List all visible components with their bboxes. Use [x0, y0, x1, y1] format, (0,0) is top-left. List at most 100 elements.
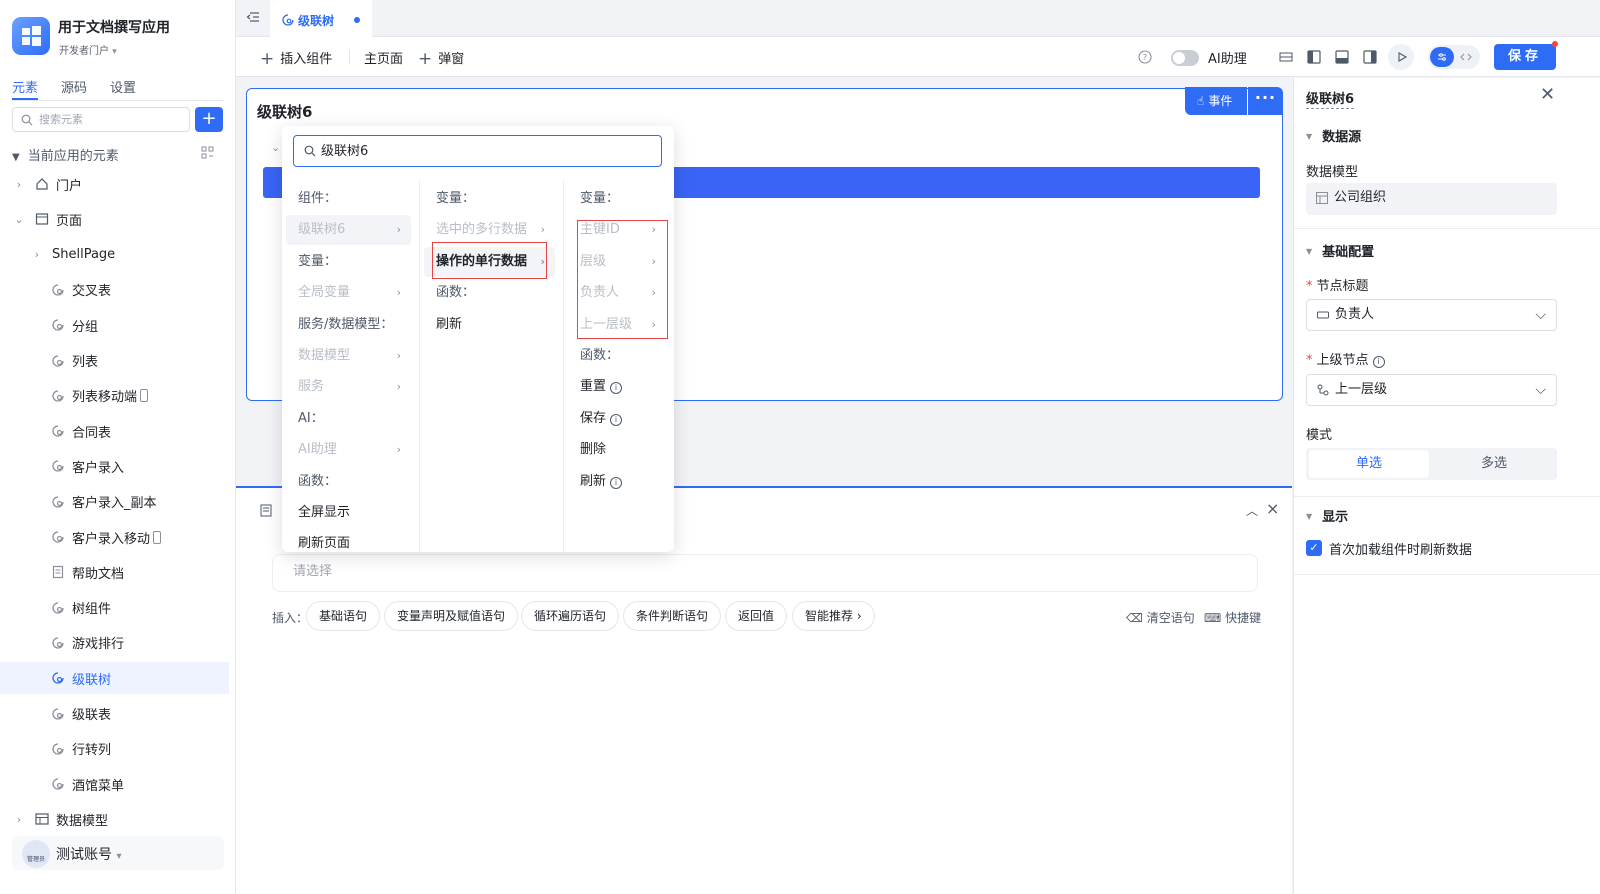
logic-select-field[interactable] — [272, 554, 1258, 592]
chip-variable-declaration[interactable]: 变量声明及赋值语句 — [384, 601, 519, 631]
ai-assistant-toggle[interactable] — [1171, 50, 1199, 66]
close-icon[interactable]: × — [1266, 499, 1279, 518]
insert-component-button[interactable]: + 插入组件 — [260, 48, 332, 69]
tree-item[interactable]: 客户录入移动 — [0, 521, 229, 553]
tree-item[interactable]: 客户录入_副本 — [0, 486, 229, 518]
tree-item[interactable]: › 数据模型 — [0, 803, 229, 835]
variable-search-input[interactable] — [321, 142, 641, 157]
tab-cascade-tree[interactable]: 级联树 — [270, 0, 372, 37]
picker-option[interactable]: 刷新页面 — [286, 529, 411, 552]
chip-loop[interactable]: 循环遍历语句 — [521, 601, 620, 631]
event-button[interactable]: ☝ 事件 — [1185, 87, 1247, 115]
tree-item[interactable]: 酒馆菜单 — [0, 768, 229, 800]
element-search[interactable] — [12, 107, 190, 132]
visual-mode-option[interactable] — [1430, 47, 1454, 67]
chip-condition[interactable]: 条件判断语句 — [623, 601, 722, 631]
bottom-panel-icon[interactable] — [1334, 49, 1350, 65]
picker-option[interactable]: 保存 i — [568, 404, 666, 434]
info-icon[interactable]: i — [610, 413, 623, 426]
locate-icon[interactable] — [201, 146, 214, 159]
picker-option-label: 函数： — [580, 348, 620, 363]
node-title-select[interactable]: 负责人 ⌵ — [1306, 299, 1557, 331]
search-icon — [21, 114, 33, 126]
chevron-right-icon[interactable]: › — [12, 813, 26, 826]
picker-option[interactable]: 数据模型 › — [286, 341, 411, 371]
chevron-up-icon[interactable]: ︿ — [1246, 502, 1258, 519]
collapse-sidebar-icon[interactable] — [246, 10, 260, 24]
picker-option[interactable]: 选中的多行数据 › — [424, 215, 555, 245]
chevron-down-icon[interactable]: ⌄ — [12, 213, 26, 226]
chip-return[interactable]: 返回值 — [725, 601, 788, 631]
logic-select-input[interactable] — [293, 564, 1193, 579]
section-display[interactable]: ▼ 显示 — [1306, 506, 1348, 525]
component-name[interactable]: 级联树6 — [1306, 88, 1355, 109]
tree-item[interactable]: 客户录入 — [0, 450, 229, 482]
preview-button[interactable] — [1388, 44, 1414, 70]
tree-item[interactable]: ⌄ 页面 — [0, 203, 229, 235]
help-icon[interactable]: ? — [1137, 49, 1153, 65]
view-mode-switch[interactable] — [1428, 45, 1480, 69]
portal-switcher[interactable]: 开发者门户 ▾ — [59, 42, 117, 57]
tree-item[interactable]: 级联树 — [0, 662, 229, 695]
data-model-field[interactable]: 公司组织 — [1306, 183, 1557, 215]
section-basic-config[interactable]: ▼ 基础配置 — [1306, 241, 1374, 260]
picker-option[interactable]: 重置 i — [568, 372, 666, 402]
close-icon[interactable]: ✕ — [1540, 84, 1555, 105]
chevron-down-icon[interactable]: ⌄ — [271, 141, 280, 154]
chevron-right-icon: › — [396, 349, 401, 362]
property-panel: 级联树6 ✕ ▼ 数据源 数据模型 公司组织 ▼ 基础配置 * 节点标题 负责人 ⌵ … — [1293, 78, 1600, 894]
main-page-button[interactable]: 主页面 — [364, 48, 403, 67]
add-element-button[interactable]: + — [195, 107, 223, 132]
tree-item[interactable]: 分组 — [0, 309, 229, 341]
picker-option[interactable]: 服务 › — [286, 372, 411, 402]
search-input[interactable] — [39, 111, 185, 128]
tree-item-label: 页面 — [56, 213, 83, 229]
parent-node-select[interactable]: 上一层级 ⌵ — [1306, 374, 1557, 406]
tree-item[interactable]: 列表移动端 — [0, 380, 229, 412]
picker-option[interactable]: 刷新 i — [568, 467, 666, 497]
picker-option[interactable]: 全局变量 › — [286, 278, 411, 308]
refresh-on-load-checkbox[interactable]: ✓ — [1306, 540, 1322, 556]
picker-option[interactable]: 全屏显示 — [286, 498, 411, 528]
picker-option[interactable]: AI助理 › — [286, 435, 411, 465]
tree-item[interactable]: 交叉表 — [0, 274, 229, 306]
popup-button[interactable]: + 弹窗 — [418, 48, 464, 69]
picker-option[interactable]: 级联树6 › — [286, 215, 411, 246]
layout-toggle-icon[interactable] — [1278, 49, 1294, 65]
info-icon[interactable]: i — [1372, 356, 1385, 368]
tab-settings[interactable]: 设置 — [110, 77, 136, 96]
tree-item[interactable]: 帮助文档 — [0, 556, 229, 588]
info-icon[interactable]: i — [610, 382, 623, 395]
tab-elements[interactable]: 元素 — [12, 77, 38, 96]
left-panel-icon[interactable] — [1306, 49, 1322, 65]
account-menu[interactable]: 管理员 测试账号 ▾ — [12, 836, 224, 870]
current-elements-header[interactable]: ▼ 当前应用的元素 — [12, 145, 119, 164]
tree-item[interactable]: › ShellPage — [0, 239, 229, 271]
picker-option[interactable]: 删除 — [568, 435, 666, 465]
chevron-right-icon[interactable]: › — [12, 178, 26, 191]
variable-search-field[interactable] — [293, 135, 662, 167]
right-panel-icon[interactable] — [1362, 49, 1378, 65]
chevron-right-icon[interactable]: › — [30, 248, 44, 261]
mode-single-option[interactable]: 单选 — [1309, 450, 1429, 478]
picker-option-label: 函数： — [436, 285, 476, 301]
clear-statements-button[interactable]: ⌫ 清空语句 — [1126, 609, 1195, 626]
tree-item[interactable]: 合同表 — [0, 415, 229, 447]
tree-item[interactable]: 列表 — [0, 345, 229, 377]
chip-smart-recommend[interactable]: 智能推荐 › — [792, 601, 875, 631]
mode-multiple-option[interactable]: 多选 — [1434, 450, 1554, 478]
tree-item[interactable]: 游戏排行 — [0, 627, 229, 659]
chip-basic-statement[interactable]: 基础语句 — [306, 601, 381, 631]
info-icon[interactable]: i — [610, 476, 623, 489]
picker-option[interactable]: 刷新 — [424, 310, 555, 340]
tab-source[interactable]: 源码 — [61, 77, 87, 96]
tree-item[interactable]: 行转列 — [0, 733, 229, 765]
tree-item[interactable]: 树组件 — [0, 592, 229, 624]
tree-item[interactable]: 级联表 — [0, 698, 229, 730]
section-datasource[interactable]: ▼ 数据源 — [1306, 126, 1361, 145]
code-icon[interactable] — [1460, 51, 1472, 63]
shortcuts-button[interactable]: ⌨ 快捷键 — [1204, 609, 1261, 626]
save-button[interactable]: 保存 — [1494, 44, 1556, 70]
more-options-button[interactable]: ··· — [1248, 87, 1283, 115]
tree-item[interactable]: › 门户 — [0, 168, 229, 200]
